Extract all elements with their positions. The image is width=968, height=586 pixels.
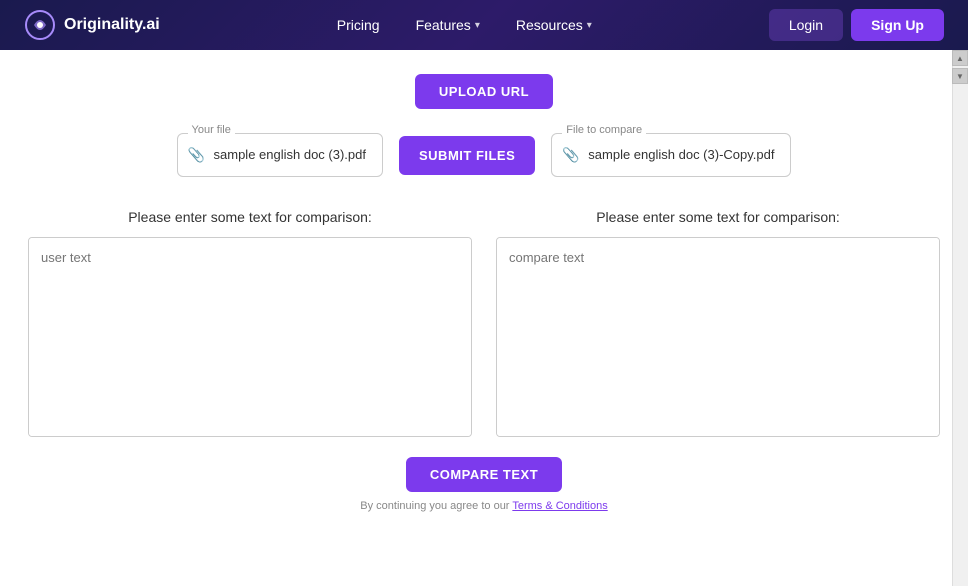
your-file-box: Your file 📎 sample english doc (3).pdf [177, 133, 383, 177]
left-text-label: Please enter some text for comparison: [28, 209, 472, 225]
your-file-name: sample english doc (3).pdf [214, 147, 366, 162]
nav-features[interactable]: Features ▾ [400, 9, 496, 41]
scrollbar-track: ▲ ▼ [952, 50, 968, 586]
terms-link[interactable]: Terms & Conditions [512, 500, 607, 512]
compare-section: COMPARE TEXT By continuing you agree to … [0, 457, 968, 512]
upload-url-button[interactable]: UPLOAD URL [415, 74, 553, 109]
main-nav: Pricing Features ▾ Resources ▾ [321, 9, 608, 41]
main-content: ▲ ▼ UPLOAD URL Your file 📎 sample englis… [0, 50, 968, 586]
upload-section: UPLOAD URL [0, 74, 968, 109]
user-text-input[interactable] [29, 238, 471, 436]
compare-file-box: File to compare 📎 sample english doc (3)… [551, 133, 791, 177]
nav-resources[interactable]: Resources ▾ [500, 9, 608, 41]
header: Originality.ai Pricing Features ▾ Resour… [0, 0, 968, 50]
compare-paperclip-icon: 📎 [562, 147, 579, 164]
logo-icon [24, 9, 56, 41]
login-button[interactable]: Login [769, 9, 843, 41]
text-comparison: Please enter some text for comparison: P… [0, 209, 968, 437]
right-text-panel: Please enter some text for comparison: [496, 209, 940, 437]
file-row: Your file 📎 sample english doc (3).pdf S… [0, 133, 968, 177]
submit-files-button[interactable]: SUBMIT FILES [399, 136, 535, 175]
scroll-up-arrow[interactable]: ▲ [952, 50, 968, 66]
logo-area: Originality.ai [24, 9, 160, 41]
header-actions: Login Sign Up [769, 9, 944, 41]
logo-text: Originality.ai [64, 16, 160, 34]
nav-pricing[interactable]: Pricing [321, 9, 396, 41]
compare-text-input[interactable] [497, 238, 939, 436]
terms-text: By continuing you agree to our Terms & C… [360, 500, 607, 512]
resources-chevron-icon: ▾ [587, 20, 592, 31]
left-text-panel: Please enter some text for comparison: [28, 209, 472, 437]
right-text-label: Please enter some text for comparison: [496, 209, 940, 225]
your-file-label: Your file [188, 124, 235, 136]
right-text-area-wrapper [496, 237, 940, 437]
scroll-down-arrow[interactable]: ▼ [952, 68, 968, 84]
left-text-area-wrapper [28, 237, 472, 437]
features-chevron-icon: ▾ [475, 20, 480, 31]
scrollbar-arrows: ▲ ▼ [952, 50, 968, 84]
compare-file-name: sample english doc (3)-Copy.pdf [588, 147, 774, 162]
compare-text-button[interactable]: COMPARE TEXT [406, 457, 562, 492]
paperclip-icon: 📎 [188, 147, 205, 164]
file-to-compare-label: File to compare [562, 124, 646, 136]
signup-button[interactable]: Sign Up [851, 9, 944, 41]
